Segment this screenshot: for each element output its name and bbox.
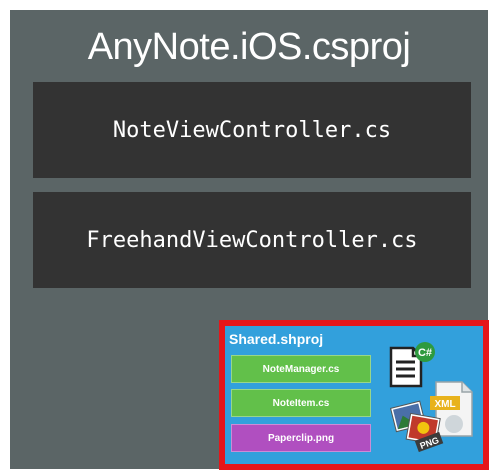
project-title: AnyNote.iOS.csproj [10,26,488,69]
shared-item-note-manager: NoteManager.cs [231,355,371,383]
shared-item-label: NoteManager.cs [262,363,340,375]
csharp-badge-text: C# [418,347,432,359]
file-box-note-view-controller: NoteViewController.cs [33,82,471,178]
shared-item-label: Paperclip.png [267,432,335,444]
shared-item-paperclip: Paperclip.png [231,424,371,452]
png-images-icon: PNG [390,400,444,452]
shared-project-title: Shared.shproj [229,331,324,347]
file-box-freehand-view-controller: FreehandViewController.cs [33,192,471,288]
file-name: NoteViewController.cs [112,117,392,143]
title-suffix: .csproj [301,26,411,68]
shared-project-highlight: Shared.shproj NoteManager.cs NoteItem.cs… [219,320,489,470]
shared-item-note-item: NoteItem.cs [231,389,371,417]
file-name: FreehandViewController.cs [86,227,418,253]
shared-project-box: Shared.shproj NoteManager.cs NoteItem.cs… [225,326,483,464]
shared-item-label: NoteItem.cs [272,397,330,409]
title-platform: iOS [240,26,302,68]
project-panel: AnyNote.iOS.csproj NoteViewController.cs… [10,10,489,470]
title-prefix: AnyNote. [87,26,241,68]
